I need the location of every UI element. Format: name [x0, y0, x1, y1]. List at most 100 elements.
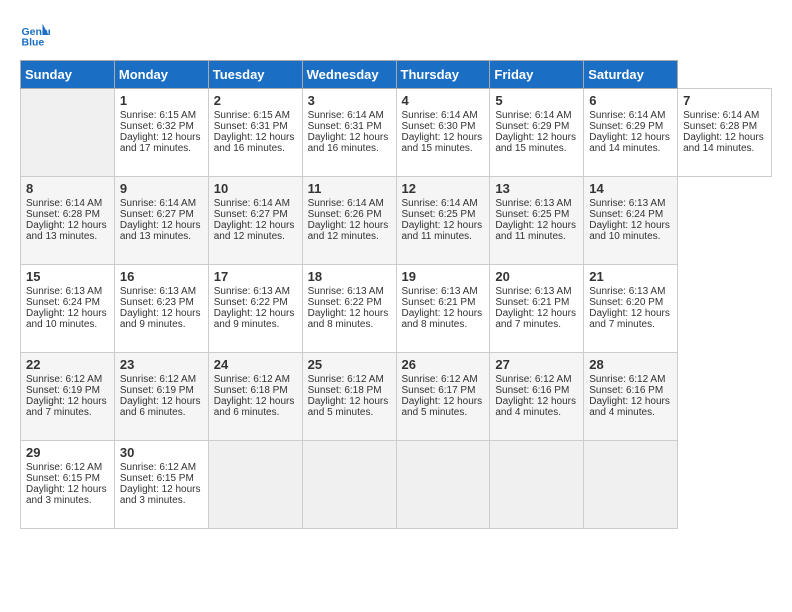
sunset-text: Sunset: 6:20 PM — [589, 297, 672, 308]
sunset-text: Sunset: 6:27 PM — [214, 209, 297, 220]
calendar-cell: 6Sunrise: 6:14 AMSunset: 6:29 PMDaylight… — [584, 89, 678, 177]
sunset-text: Sunset: 6:28 PM — [683, 121, 766, 132]
calendar-cell: 21Sunrise: 6:13 AMSunset: 6:20 PMDayligh… — [584, 265, 678, 353]
day-number: 15 — [26, 269, 109, 284]
sunrise-text: Sunrise: 6:14 AM — [683, 110, 766, 121]
sunset-text: Sunset: 6:27 PM — [120, 209, 203, 220]
sunset-text: Sunset: 6:22 PM — [308, 297, 391, 308]
sunrise-text: Sunrise: 6:12 AM — [495, 374, 578, 385]
sunset-text: Sunset: 6:15 PM — [26, 473, 109, 484]
calendar-cell: 15 Sunrise: 6:13 AMSunset: 6:24 PMDayligh… — [21, 265, 115, 353]
day-number: 20 — [495, 269, 578, 284]
sunset-text: Sunset: 6:21 PM — [402, 297, 485, 308]
sunset-text: Sunset: 6:23 PM — [120, 297, 203, 308]
daylight-label: Daylight: 12 hours and 15 minutes. — [495, 132, 578, 154]
sunset-text: Sunset: 6:31 PM — [308, 121, 391, 132]
sunrise-text: Sunrise: 6:13 AM — [120, 286, 203, 297]
sunrise-text: Sunrise: 6:14 AM — [495, 110, 578, 121]
sunset-text: Sunset: 6:21 PM — [495, 297, 578, 308]
sunset-text: Sunset: 6:25 PM — [402, 209, 485, 220]
sunrise-text: Sunrise: 6:14 AM — [26, 198, 109, 209]
calendar-cell: 29Sunrise: 6:12 AMSunset: 6:15 PMDayligh… — [21, 441, 115, 529]
sunset-text: Sunset: 6:19 PM — [120, 385, 203, 396]
sunset-text: Sunset: 6:18 PM — [308, 385, 391, 396]
calendar-cell: 30 Sunrise: 6:12 AMSunset: 6:15 PMDayligh… — [114, 441, 208, 529]
day-number: 14 — [589, 181, 672, 196]
day-number: 3 — [308, 93, 391, 108]
sunset-text: Sunset: 6:16 PM — [589, 385, 672, 396]
sunrise-text: Sunrise: 6:12 AM — [26, 374, 109, 385]
sunrise-text: Sunrise: 6:14 AM — [402, 110, 485, 121]
daylight-label: Daylight: 12 hours and 12 minutes. — [214, 220, 297, 242]
calendar-cell: 3 Sunrise: 6:14 AMSunset: 6:31 PMDaylight… — [302, 89, 396, 177]
calendar-cell: 22 Sunrise: 6:12 AMSunset: 6:19 PMDayligh… — [21, 353, 115, 441]
daylight-label: Daylight: 12 hours and 7 minutes. — [589, 308, 672, 330]
day-number: 9 — [120, 181, 203, 196]
week-row-2: 8Sunrise: 6:14 AMSunset: 6:28 PMDaylight… — [21, 177, 772, 265]
sunrise-text: Sunrise: 6:14 AM — [308, 198, 391, 209]
sunrise-text: Sunrise: 6:12 AM — [214, 374, 297, 385]
daylight-label: Daylight: 12 hours and 7 minutes. — [495, 308, 578, 330]
sunrise-text: Sunrise: 6:13 AM — [26, 286, 109, 297]
calendar-cell: 1Sunrise: 6:15 AMSunset: 6:32 PMDaylight… — [114, 89, 208, 177]
calendar-cell: 7Sunrise: 6:14 AMSunset: 6:28 PMDaylight… — [678, 89, 772, 177]
daylight-label: Daylight: 12 hours and 14 minutes. — [589, 132, 672, 154]
day-number: 6 — [589, 93, 672, 108]
day-header-friday: Friday — [490, 61, 584, 89]
day-number: 22 — [26, 357, 109, 372]
sunset-text: Sunset: 6:19 PM — [26, 385, 109, 396]
week-row-3: 15Sunrise: 6:13 AMSunset: 6:24 PMDayligh… — [21, 265, 772, 353]
day-number: 30 — [120, 445, 203, 460]
sunset-text: Sunset: 6:30 PM — [402, 121, 485, 132]
svg-text:Blue: Blue — [22, 37, 45, 49]
daylight-label: Daylight: 12 hours and 7 minutes. — [26, 396, 109, 418]
sunset-text: Sunset: 6:24 PM — [589, 209, 672, 220]
sunrise-text: Sunrise: 6:12 AM — [120, 462, 203, 473]
day-number: 12 — [402, 181, 485, 196]
sunrise-text: Sunrise: 6:13 AM — [308, 286, 391, 297]
calendar-cell: 28Sunrise: 6:12 AMSunset: 6:16 PMDayligh… — [584, 353, 678, 441]
day-number: 21 — [589, 269, 672, 284]
day-number: 27 — [495, 357, 578, 372]
week-row-1: 1Sunrise: 6:15 AMSunset: 6:32 PMDaylight… — [21, 89, 772, 177]
calendar-cell: 23Sunrise: 6:12 AMSunset: 6:19 PMDayligh… — [114, 353, 208, 441]
daylight-label: Daylight: 12 hours and 4 minutes. — [495, 396, 578, 418]
sunset-text: Sunset: 6:29 PM — [589, 121, 672, 132]
daylight-label: Daylight: 12 hours and 10 minutes. — [26, 308, 109, 330]
calendar-cell: 20Sunrise: 6:13 AMSunset: 6:21 PMDayligh… — [490, 265, 584, 353]
calendar-cell — [584, 441, 678, 529]
day-number: 28 — [589, 357, 672, 372]
daylight-label: Daylight: 12 hours and 5 minutes. — [308, 396, 391, 418]
sunset-text: Sunset: 6:24 PM — [26, 297, 109, 308]
day-number: 5 — [495, 93, 578, 108]
calendar-cell — [396, 441, 490, 529]
day-header-wednesday: Wednesday — [302, 61, 396, 89]
day-header-saturday: Saturday — [584, 61, 678, 89]
day-number: 4 — [402, 93, 485, 108]
day-number: 29 — [26, 445, 109, 460]
sunrise-text: Sunrise: 6:14 AM — [308, 110, 391, 121]
sunrise-text: Sunrise: 6:12 AM — [589, 374, 672, 385]
sunset-text: Sunset: 6:26 PM — [308, 209, 391, 220]
day-number: 2 — [214, 93, 297, 108]
day-number: 18 — [308, 269, 391, 284]
day-number: 13 — [495, 181, 578, 196]
calendar-cell: 19Sunrise: 6:13 AMSunset: 6:21 PMDayligh… — [396, 265, 490, 353]
calendar-cell: 10Sunrise: 6:14 AMSunset: 6:27 PMDayligh… — [208, 177, 302, 265]
sunrise-text: Sunrise: 6:15 AM — [214, 110, 297, 121]
daylight-label: Daylight: 12 hours and 11 minutes. — [402, 220, 485, 242]
day-number: 19 — [402, 269, 485, 284]
day-header-sunday: Sunday — [21, 61, 115, 89]
day-number: 17 — [214, 269, 297, 284]
sunset-text: Sunset: 6:32 PM — [120, 121, 203, 132]
daylight-label: Daylight: 12 hours and 3 minutes. — [120, 484, 203, 506]
daylight-label: Daylight: 12 hours and 16 minutes. — [308, 132, 391, 154]
sunset-text: Sunset: 6:15 PM — [120, 473, 203, 484]
day-number: 24 — [214, 357, 297, 372]
daylight-label: Daylight: 12 hours and 17 minutes. — [120, 132, 203, 154]
day-number: 7 — [683, 93, 766, 108]
sunset-text: Sunset: 6:31 PM — [214, 121, 297, 132]
calendar-body: 1Sunrise: 6:15 AMSunset: 6:32 PMDaylight… — [21, 89, 772, 529]
day-number: 16 — [120, 269, 203, 284]
day-number: 11 — [308, 181, 391, 196]
